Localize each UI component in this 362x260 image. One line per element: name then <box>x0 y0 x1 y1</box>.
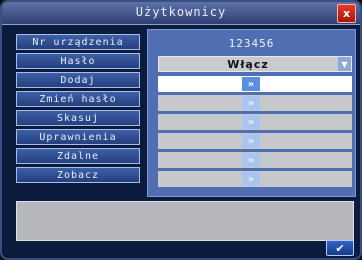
ok-button[interactable]: ✔ <box>326 240 354 256</box>
users-dialog: Użytkownicy x Nr urządzenia Hasło Dodaj … <box>0 0 362 260</box>
menu-column: Nr urządzenia Hasło Dodaj Zmień hasło Sk… <box>16 34 140 186</box>
close-icon: x <box>342 7 351 20</box>
row-change-password[interactable]: » <box>158 95 352 111</box>
row-delete[interactable]: » <box>158 114 352 130</box>
double-chevron-right-icon[interactable]: » <box>242 172 260 186</box>
double-chevron-right-icon[interactable]: » <box>242 153 260 167</box>
menu-item-permissions[interactable]: Uprawnienia <box>16 129 140 145</box>
double-chevron-right-icon[interactable]: » <box>242 115 260 129</box>
chevron-down-icon[interactable]: ▼ <box>338 57 351 71</box>
row-view[interactable]: » <box>158 171 352 187</box>
password-select-value: Włącz <box>227 58 269 71</box>
row-add[interactable]: » <box>158 76 352 92</box>
menu-item-change-password[interactable]: Zmień hasło <box>16 91 140 107</box>
menu-item-remote[interactable]: Zdalne <box>16 148 140 164</box>
double-chevron-right-icon[interactable]: » <box>242 134 260 148</box>
row-remote[interactable]: » <box>158 152 352 168</box>
password-select[interactable]: Włącz ▼ <box>158 56 352 72</box>
menu-item-view[interactable]: Zobacz <box>16 167 140 183</box>
device-number-value: 123456 <box>228 37 275 50</box>
menu-item-delete[interactable]: Skasuj <box>16 110 140 126</box>
status-box <box>16 201 354 241</box>
double-chevron-right-icon[interactable]: » <box>242 96 260 110</box>
menu-item-device-number[interactable]: Nr urządzenia <box>16 34 140 50</box>
title-bar: Użytkownicy x <box>2 2 360 25</box>
menu-item-add[interactable]: Dodaj <box>16 72 140 88</box>
close-button[interactable]: x <box>337 4 356 23</box>
row-permissions[interactable]: » <box>158 133 352 149</box>
menu-item-password[interactable]: Hasło <box>16 53 140 69</box>
checkmark-icon: ✔ <box>335 241 345 255</box>
double-chevron-right-icon[interactable]: » <box>242 77 260 91</box>
dialog-title: Użytkownicy <box>135 5 227 19</box>
settings-panel: 123456 Włącz ▼ » » » » » » <box>147 29 356 197</box>
